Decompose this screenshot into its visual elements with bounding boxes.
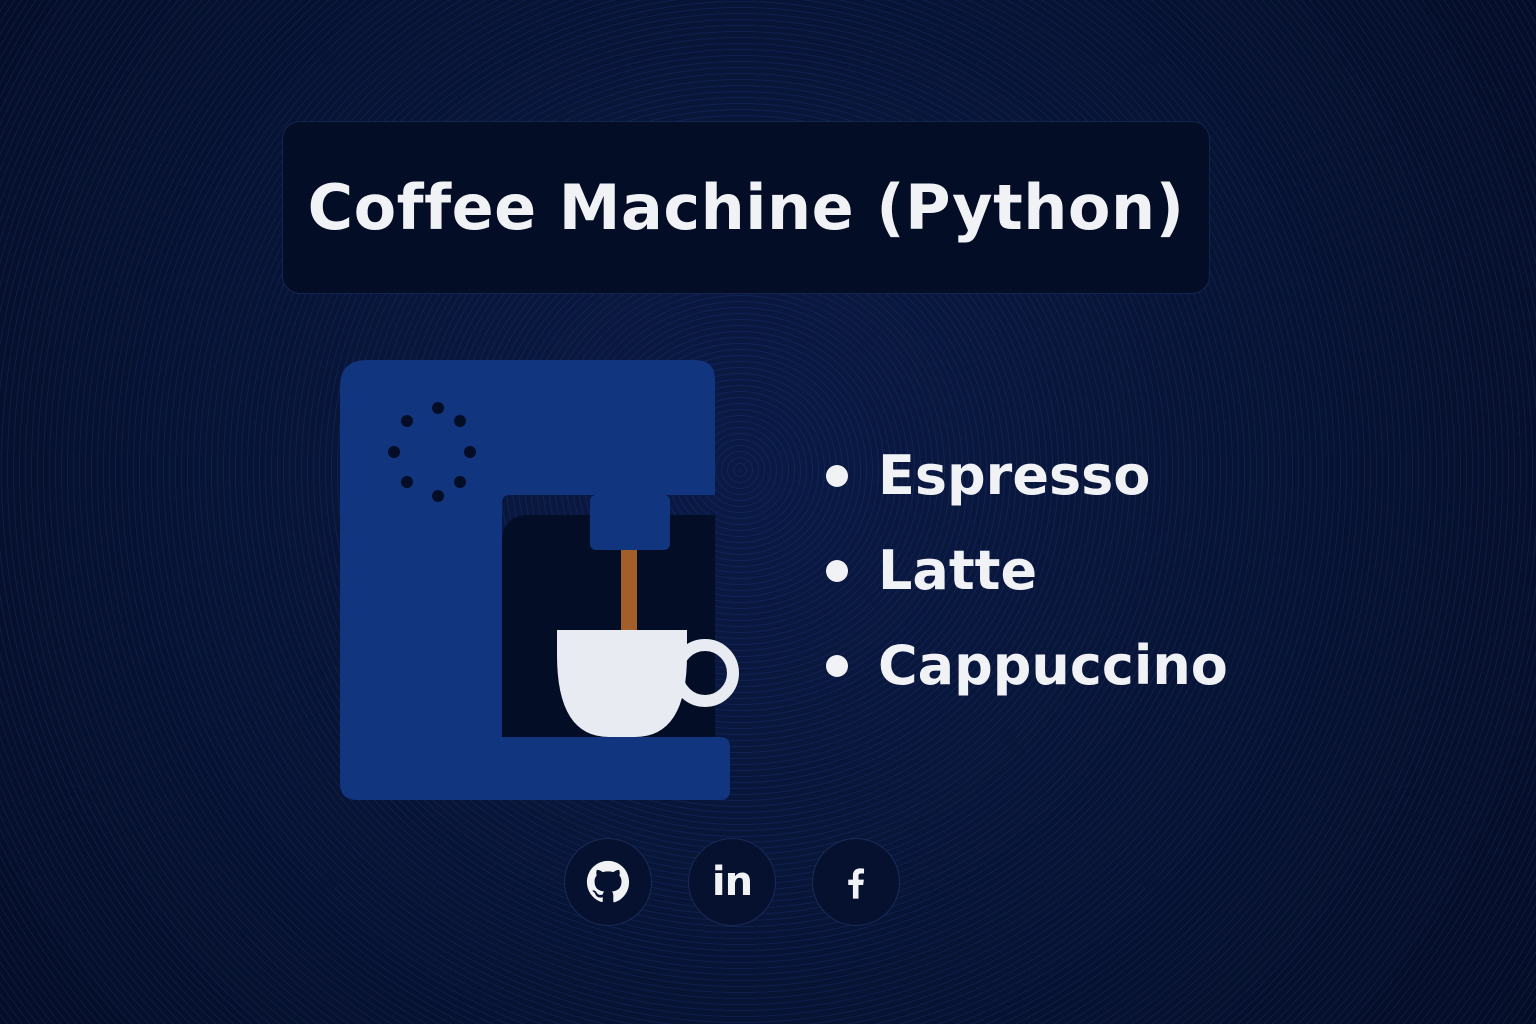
menu-item-label: Latte	[878, 539, 1038, 602]
github-icon	[586, 860, 630, 903]
linkedin-icon: in	[711, 859, 753, 905]
social-links: in	[564, 838, 900, 926]
list-item: Cappuccino	[820, 618, 1228, 713]
facebook-icon	[848, 868, 865, 899]
list-item: Latte	[820, 523, 1228, 618]
linkedin-button[interactable]: in	[688, 838, 776, 926]
coffee-machine-illustration	[340, 360, 739, 800]
menu-item-label: Cappuccino	[878, 634, 1228, 697]
drink-menu: Espresso Latte Cappuccino	[820, 428, 1228, 713]
facebook-button[interactable]	[812, 838, 900, 926]
list-item: Espresso	[820, 428, 1228, 523]
menu-item-label: Espresso	[878, 444, 1151, 507]
page-title: Coffee Machine (Python)	[307, 171, 1185, 244]
bullet-icon	[826, 654, 848, 677]
machine-spout	[590, 495, 670, 550]
bullet-icon	[826, 464, 848, 487]
bullet-icon	[826, 559, 848, 582]
title-card: Coffee Machine (Python)	[282, 121, 1210, 294]
coffee-stream	[621, 550, 637, 632]
github-button[interactable]	[564, 838, 652, 926]
